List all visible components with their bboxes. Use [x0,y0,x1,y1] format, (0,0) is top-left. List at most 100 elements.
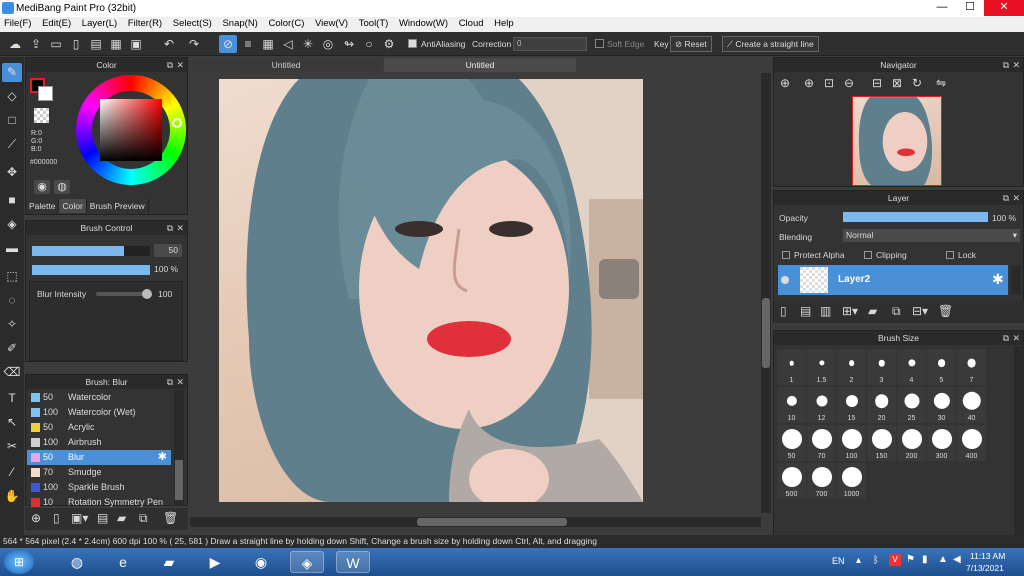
soft-edge-checkbox[interactable] [595,39,604,48]
rectangle-tool-icon[interactable]: □ [2,111,22,130]
eyedropper-icon[interactable]: ⁄ [2,463,22,482]
move-tool-icon[interactable]: ✥ [2,163,22,182]
close-panel-icon[interactable]: ✕ [1012,191,1020,205]
clock-time[interactable]: 11:13 AM [970,551,1005,561]
page-icon[interactable]: ▯ [67,35,85,53]
doc-tab-1[interactable]: Untitled [190,58,382,72]
saturation-value-square[interactable] [100,99,162,161]
menu-snap[interactable]: Snap(N) [218,17,261,29]
horizontal-scrollbar[interactable] [190,517,761,527]
select-pen-icon[interactable]: ✐ [2,339,22,358]
menu-cloud[interactable]: Cloud [455,17,488,29]
brush-size-option[interactable]: 15 [837,387,866,423]
fill-rect-tool-icon[interactable]: ■ [2,191,22,210]
grid-snap-icon[interactable]: ▦ [259,35,277,53]
brush-folder-icon[interactable]: ▰ [117,511,126,525]
vertical-scrollbar[interactable] [761,73,771,513]
blur-intensity-thumb[interactable] [142,289,152,299]
brush-item-acrylic[interactable]: 50 Acrylic [27,420,171,435]
tab-palette[interactable]: Palette [26,199,60,213]
hue-cursor[interactable] [172,118,182,128]
fit-icon[interactable]: ⊡ [824,76,834,90]
file-explorer-icon[interactable]: ▰ [152,551,186,573]
tray-expand-icon[interactable]: ▴ [856,555,861,566]
close-panel-icon[interactable]: ✕ [176,375,184,389]
undock-icon[interactable]: ⧉ [167,375,173,389]
brush-size-option[interactable]: 7 [957,349,986,385]
circle-snap-icon[interactable]: ○ [360,35,378,53]
new-layer-icon[interactable]: ▯ [780,304,787,318]
volume-icon[interactable]: ◀ [953,554,961,565]
undo-icon[interactable]: ↶ [160,35,178,53]
lock-checkbox[interactable] [946,251,954,259]
menu-window[interactable]: Window(W) [395,17,452,29]
document-icon[interactable]: ▤ [87,35,105,53]
internet-explorer-icon[interactable]: e [106,551,140,573]
close-panel-icon[interactable]: ✕ [176,221,184,235]
tab-brush-preview[interactable]: Brush Preview [87,199,149,213]
actual-size-icon[interactable]: ⊟ [872,76,882,90]
layer-folder-icon[interactable]: ▰ [868,304,877,318]
menu-file[interactable]: File(F) [0,17,35,29]
layer-opacity-slider[interactable] [843,212,988,222]
protect-alpha-checkbox[interactable] [782,251,790,259]
brush-size-scrollbar[interactable] [1014,346,1024,536]
start-button[interactable]: ⊞ [4,550,34,574]
close-panel-icon[interactable]: ✕ [1012,58,1020,72]
zoom-in-alt-icon[interactable]: ⊕ [804,76,814,90]
fit-window-icon[interactable]: ⊠ [892,76,902,90]
flip-icon[interactable]: ⇋ [936,76,946,90]
brush-size-option[interactable]: 10 [777,387,806,423]
brush-size-option[interactable]: 700 [807,463,836,499]
eye-icon[interactable] [781,276,789,284]
perspective-snap-icon[interactable]: ◁ [279,35,297,53]
brush-size-option[interactable]: 200 [897,425,926,461]
zoom-in-icon[interactable]: ⊕ [780,76,790,90]
lasso-icon[interactable]: ◌ [2,291,22,310]
grid-doc-icon[interactable]: ▦ [107,35,125,53]
select-eraser-icon[interactable]: ⌫ [2,363,22,382]
brush-list-scrollbar[interactable] [174,390,184,506]
undock-icon[interactable]: ⧉ [1003,331,1009,345]
brush-size-option[interactable]: 5 [927,349,956,385]
brush-item-watercolor[interactable]: 50 Watercolor [27,390,171,405]
brush-size-option[interactable]: 3 [867,349,896,385]
word-icon[interactable]: W [336,551,370,573]
line-tool-icon[interactable]: ⟋ [2,135,22,154]
delete-brush-icon[interactable]: 🗑 [163,511,178,525]
close-panel-icon[interactable]: ✕ [176,58,184,72]
app-green-icon[interactable]: ◍ [60,551,94,573]
zoom-out-icon[interactable]: ⊖ [844,76,854,90]
brush-size-option[interactable]: 70 [807,425,836,461]
save-icon[interactable]: ▣ [127,35,145,53]
undock-icon[interactable]: ⧉ [167,221,173,235]
antivirus-icon[interactable]: V [889,554,901,566]
operation-tool-icon[interactable]: ↖ [2,413,22,432]
curve-snap-icon[interactable]: ↬ [340,35,358,53]
media-player-icon[interactable]: ▶ [198,551,232,573]
horizontal-scroll-thumb[interactable] [417,518,567,526]
menu-filter[interactable]: Filter(R) [124,17,166,29]
language-indicator[interactable]: EN [832,556,845,566]
antialiasing-checkbox[interactable] [408,39,417,48]
brush-list-scroll-thumb[interactable] [175,460,183,500]
add-brush-icon[interactable]: ⊕ [31,511,41,525]
hand-tool-icon[interactable]: ✋ [2,487,22,506]
brush-menu-icon[interactable]: ▣▾ [71,511,88,525]
undock-icon[interactable]: ⧉ [1003,191,1009,205]
secondary-color-swatch[interactable] [38,86,53,101]
doc-tab-2[interactable]: Untitled [384,58,576,72]
brush-size-option[interactable]: 30 [927,387,956,423]
transparent-color-swatch[interactable] [34,108,49,123]
brush-size-option[interactable]: 2 [837,349,866,385]
upload-icon[interactable]: ⇪ [27,35,45,53]
comment-icon[interactable]: ▭ [47,35,65,53]
add-layer-menu-icon[interactable]: ⊞▾ [842,304,858,318]
merge-layer-icon[interactable]: ⊟▾ [912,304,928,318]
clock-date[interactable]: 7/13/2021 [966,563,1004,573]
brush-size-option[interactable]: 50 [777,425,806,461]
maximize-button[interactable]: ☐ [956,0,984,16]
color-sample-icon[interactable]: ◍ [54,180,70,194]
new-layer-1bit-icon[interactable]: ▥ [820,304,831,318]
gradient-tool-icon[interactable]: ▬ [2,239,22,258]
